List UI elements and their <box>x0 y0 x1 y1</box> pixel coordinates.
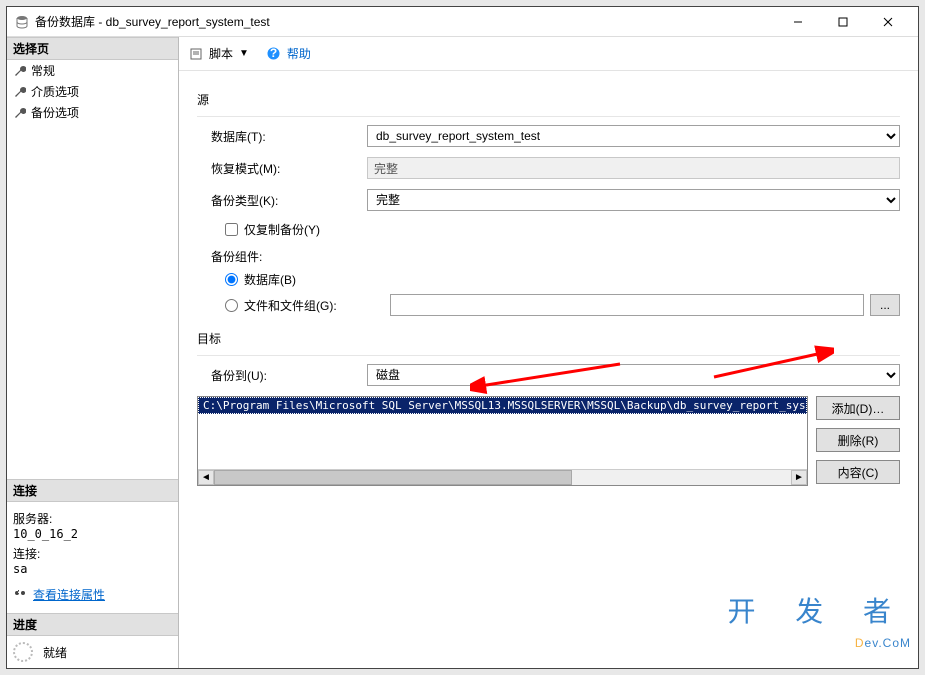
destination-path-item[interactable]: C:\Program Files\Microsoft SQL Server\MS… <box>198 397 807 414</box>
backup-component-label: 备份组件: <box>197 248 900 265</box>
wrench-icon <box>13 64 27 78</box>
help-button[interactable]: 帮助 <box>287 45 311 62</box>
server-label: 服务器: <box>13 510 172 527</box>
sidebar-item-general[interactable]: 常规 <box>7 60 178 81</box>
filegroups-field <box>390 294 864 316</box>
backup-type-label: 备份类型(K): <box>197 192 367 209</box>
horizontal-scrollbar[interactable]: ◄ ► <box>198 469 807 485</box>
database-select[interactable]: db_survey_report_system_test <box>367 125 900 147</box>
database-icon <box>15 15 29 29</box>
server-value: 10_0_16_2 <box>13 527 172 541</box>
destination-list[interactable]: C:\Program Files\Microsoft SQL Server\MS… <box>197 396 808 486</box>
conn-value: sa <box>13 562 172 576</box>
script-dropdown-icon[interactable]: ▼ <box>239 48 249 59</box>
toolbar: 脚本 ▼ ? 帮助 <box>179 37 918 71</box>
sidebar-item-label: 备份选项 <box>31 104 79 121</box>
scroll-thumb[interactable] <box>214 470 572 485</box>
destination-group-label: 目标 <box>197 330 900 347</box>
progress-block: 就绪 <box>7 636 178 668</box>
add-button[interactable]: 添加(D)… <box>816 396 900 420</box>
component-database-label: 数据库(B) <box>244 271 296 288</box>
progress-header: 进度 <box>7 613 178 636</box>
remove-button[interactable]: 删除(R) <box>816 428 900 452</box>
divider <box>197 355 900 356</box>
dialog-body: 选择页 常规 介质选项 备份选项 连接 服务器: 10_0_16_2 连接: s… <box>7 37 918 668</box>
backup-type-select[interactable]: 完整 <box>367 189 900 211</box>
main-panel: 脚本 ▼ ? 帮助 源 数据库(T): db_survey_report_sys… <box>179 37 918 668</box>
recovery-model-label: 恢复模式(M): <box>197 160 367 177</box>
wrench-icon <box>13 106 27 120</box>
scroll-track[interactable] <box>214 470 791 485</box>
copy-only-label: 仅复制备份(Y) <box>244 221 320 238</box>
view-connection-link[interactable]: 查看连接属性 <box>33 586 105 603</box>
component-files-radio[interactable] <box>225 299 238 312</box>
close-button[interactable] <box>865 7 910 36</box>
source-group-label: 源 <box>197 91 900 108</box>
spinner-icon <box>13 642 33 662</box>
script-button[interactable]: 脚本 <box>209 45 233 62</box>
script-icon <box>189 47 203 61</box>
titlebar[interactable]: 备份数据库 - db_survey_report_system_test <box>7 7 918 37</box>
minimize-button[interactable] <box>775 7 820 36</box>
scroll-left-icon[interactable]: ◄ <box>198 470 214 485</box>
recovery-model-field <box>367 157 900 179</box>
backup-to-label: 备份到(U): <box>197 367 367 384</box>
help-icon: ? <box>267 47 281 61</box>
sidebar-item-label: 常规 <box>31 62 55 79</box>
filegroups-browse-button[interactable]: ... <box>870 294 900 316</box>
connection-info: 服务器: 10_0_16_2 连接: sa 查看连接属性 <box>7 502 178 613</box>
sidebar-item-media-options[interactable]: 介质选项 <box>7 81 178 102</box>
component-database-radio[interactable] <box>225 273 238 286</box>
scroll-right-icon[interactable]: ► <box>791 470 807 485</box>
select-page-header: 选择页 <box>7 37 178 60</box>
connection-properties-icon <box>13 587 27 602</box>
database-label: 数据库(T): <box>197 128 367 145</box>
wrench-icon <box>13 85 27 99</box>
contents-button[interactable]: 内容(C) <box>816 460 900 484</box>
backup-to-select[interactable]: 磁盘 <box>367 364 900 386</box>
sidebar-item-label: 介质选项 <box>31 83 79 100</box>
dialog-window: 备份数据库 - db_survey_report_system_test 选择页… <box>6 6 919 669</box>
copy-only-checkbox[interactable] <box>225 223 238 236</box>
sidebar: 选择页 常规 介质选项 备份选项 连接 服务器: 10_0_16_2 连接: s… <box>7 37 179 668</box>
maximize-button[interactable] <box>820 7 865 36</box>
connection-header: 连接 <box>7 479 178 502</box>
progress-status: 就绪 <box>43 644 67 661</box>
component-files-label: 文件和文件组(G): <box>244 297 384 314</box>
conn-label: 连接: <box>13 545 172 562</box>
sidebar-item-backup-options[interactable]: 备份选项 <box>7 102 178 123</box>
svg-text:?: ? <box>270 47 277 60</box>
form-content: 源 数据库(T): db_survey_report_system_test 恢… <box>179 71 918 668</box>
divider <box>197 116 900 117</box>
window-title: 备份数据库 - db_survey_report_system_test <box>35 13 775 30</box>
